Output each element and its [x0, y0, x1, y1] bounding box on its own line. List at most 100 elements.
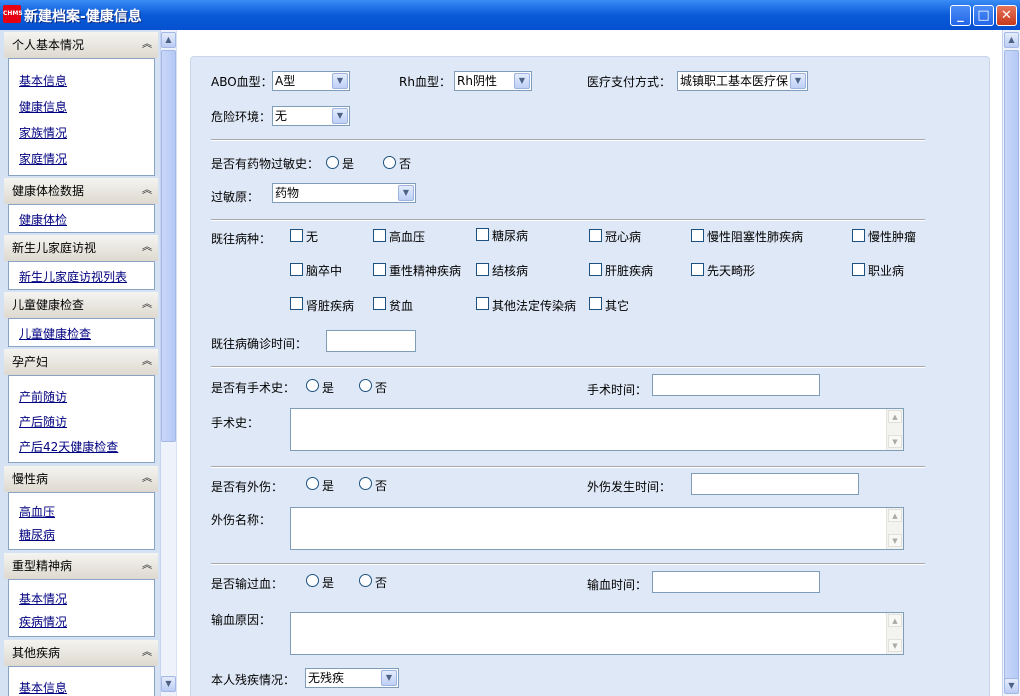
collapse-icon[interactable]: ︽ — [142, 178, 152, 204]
sidebar-group-header[interactable]: 个人基本情况 ︽ — [4, 32, 158, 58]
scroll-thumb[interactable] — [161, 50, 176, 442]
sidebar-link-prenatal[interactable]: 产前随访 — [19, 388, 67, 405]
textarea-scrollbar[interactable]: ▲ ▼ — [886, 613, 903, 654]
textarea-scrollbar[interactable]: ▲ ▼ — [886, 508, 903, 549]
transfusion-time-input[interactable] — [652, 571, 820, 593]
scroll-thumb[interactable] — [1004, 50, 1019, 692]
disease-option-label: 脑卒中 — [306, 264, 343, 278]
collapse-icon[interactable]: ︽ — [142, 349, 152, 375]
sidebar-link-mental-basic[interactable]: 基本情况 — [19, 590, 67, 607]
trauma-name-textarea[interactable]: ▲ ▼ — [290, 507, 904, 550]
surgery-history-textarea[interactable]: ▲ ▼ — [290, 408, 904, 451]
disease-checkbox[interactable] — [852, 229, 865, 242]
sidebar-group-header[interactable]: 健康体检数据 ︽ — [4, 178, 158, 204]
sidebar-link-postnatal-42[interactable]: 产后42天健康检查 — [19, 438, 118, 455]
sidebar-group-header[interactable]: 其他疾病 ︽ — [4, 640, 158, 666]
diagnosis-time-label: 既往病确诊时间： — [211, 337, 308, 351]
sidebar-link-hypertension[interactable]: 高血压 — [19, 503, 55, 520]
collapse-icon[interactable]: ︽ — [142, 292, 152, 318]
allergy-yes-radio[interactable] — [326, 156, 339, 169]
main-scrollbar[interactable]: ▲ ▼ — [1002, 30, 1020, 696]
collapse-icon[interactable]: ︽ — [142, 235, 152, 261]
sidebar-link-mental-disease[interactable]: 疾病情况 — [19, 613, 67, 630]
close-button[interactable]: ✕ — [996, 5, 1017, 26]
sidebar-link-basic-info[interactable]: 基本信息 — [19, 72, 67, 89]
surgery-no-label: 否 — [375, 381, 388, 395]
disease-checkbox[interactable] — [373, 229, 386, 242]
collapse-icon[interactable]: ︽ — [142, 466, 152, 492]
disease-option-label: 贫血 — [389, 299, 414, 313]
sidebar-group-header[interactable]: 新生儿家庭访视 ︽ — [4, 235, 158, 261]
disease-checkbox[interactable] — [691, 229, 704, 242]
allergy-no-radio[interactable] — [383, 156, 396, 169]
disease-checkbox[interactable] — [476, 297, 489, 310]
minimize-button[interactable]: _ — [950, 5, 971, 26]
surgery-time-input[interactable] — [652, 374, 820, 396]
sidebar-link-other-basic[interactable]: 基本信息 — [19, 679, 67, 696]
sidebar-link-child-check[interactable]: 儿童健康检查 — [19, 325, 91, 342]
scroll-up-icon[interactable]: ▲ — [888, 410, 902, 423]
sidebar-link-household[interactable]: 家庭情况 — [19, 150, 67, 167]
disease-checkbox[interactable] — [852, 263, 865, 276]
sidebar-link-newborn-visits[interactable]: 新生儿家庭访视列表 — [19, 268, 127, 285]
trauma-no-radio[interactable] — [359, 477, 372, 490]
disease-checkbox[interactable] — [290, 297, 303, 310]
collapse-icon[interactable]: ︽ — [142, 553, 152, 579]
disease-checkbox[interactable] — [476, 263, 489, 276]
disability-select[interactable]: 无残疾 ▼ — [305, 668, 399, 688]
transfusion-yes-radio[interactable] — [306, 574, 319, 587]
danger-select[interactable]: 无 ▼ — [272, 106, 350, 126]
transfusion-reason-textarea[interactable]: ▲ ▼ — [290, 612, 904, 655]
disease-checkbox[interactable] — [589, 263, 602, 276]
scroll-down-icon[interactable]: ▼ — [888, 639, 902, 652]
chevron-down-icon: ▼ — [332, 73, 348, 89]
sidebar-link-health-info[interactable]: 健康信息 — [19, 98, 67, 115]
scroll-up-icon[interactable]: ▲ — [161, 32, 176, 48]
sidebar-group-header[interactable]: 儿童健康检查 ︽ — [4, 292, 158, 318]
chevron-down-icon: ▼ — [790, 73, 806, 89]
diagnosis-time-input[interactable] — [326, 330, 416, 352]
scroll-up-icon[interactable]: ▲ — [888, 509, 902, 522]
payment-select[interactable]: 城镇职工基本医疗保 ▼ — [677, 71, 808, 91]
trauma-time-input[interactable] — [691, 473, 859, 495]
maximize-button[interactable]: □ — [973, 5, 994, 26]
disease-option-label: 先天畸形 — [707, 264, 756, 278]
sidebar-group-header[interactable]: 重型精神病 ︽ — [4, 553, 158, 579]
title-bar: CHMS 新建档案-健康信息 _ □ ✕ — [0, 0, 1020, 30]
sidebar-link-postnatal[interactable]: 产后随访 — [19, 413, 67, 430]
section-divider — [211, 466, 925, 468]
disease-checkbox[interactable] — [691, 263, 704, 276]
sidebar-group-header[interactable]: 慢性病 ︽ — [4, 466, 158, 492]
rh-select[interactable]: Rh阴性 ▼ — [454, 71, 532, 91]
scroll-up-icon[interactable]: ▲ — [1004, 32, 1019, 48]
sidebar-scrollbar[interactable]: ▲ ▼ — [160, 30, 176, 696]
transfusion-no-radio[interactable] — [359, 574, 372, 587]
scroll-down-icon[interactable]: ▼ — [161, 676, 176, 692]
abo-select[interactable]: A型 ▼ — [272, 71, 350, 91]
scroll-down-icon[interactable]: ▼ — [888, 435, 902, 448]
sidebar-link-physical-exam[interactable]: 健康体检 — [19, 211, 67, 228]
disease-checkbox[interactable] — [373, 297, 386, 310]
trauma-yes-radio[interactable] — [306, 477, 319, 490]
trauma-name-label: 外伤名称： — [211, 513, 272, 527]
scroll-down-icon[interactable]: ▼ — [888, 534, 902, 547]
disease-checkbox[interactable] — [373, 263, 386, 276]
surgery-yes-radio[interactable] — [306, 379, 319, 392]
surgery-no-radio[interactable] — [359, 379, 372, 392]
section-divider — [211, 366, 925, 368]
sidebar-group-header[interactable]: 孕产妇 ︽ — [4, 349, 158, 375]
disease-checkbox[interactable] — [290, 263, 303, 276]
disease-checkbox[interactable] — [476, 228, 489, 241]
textarea-scrollbar[interactable]: ▲ ▼ — [886, 409, 903, 450]
sidebar-link-diabetes[interactable]: 糖尿病 — [19, 526, 55, 543]
disability-label: 本人残疾情况： — [211, 673, 296, 687]
allergen-select[interactable]: 药物 ▼ — [272, 183, 416, 203]
disease-checkbox[interactable] — [589, 297, 602, 310]
scroll-down-icon[interactable]: ▼ — [1004, 678, 1019, 694]
scroll-up-icon[interactable]: ▲ — [888, 614, 902, 627]
disease-checkbox[interactable] — [290, 229, 303, 242]
collapse-icon[interactable]: ︽ — [142, 32, 152, 58]
collapse-icon[interactable]: ︽ — [142, 640, 152, 666]
disease-checkbox[interactable] — [589, 229, 602, 242]
sidebar-link-family-history[interactable]: 家族情况 — [19, 124, 67, 141]
